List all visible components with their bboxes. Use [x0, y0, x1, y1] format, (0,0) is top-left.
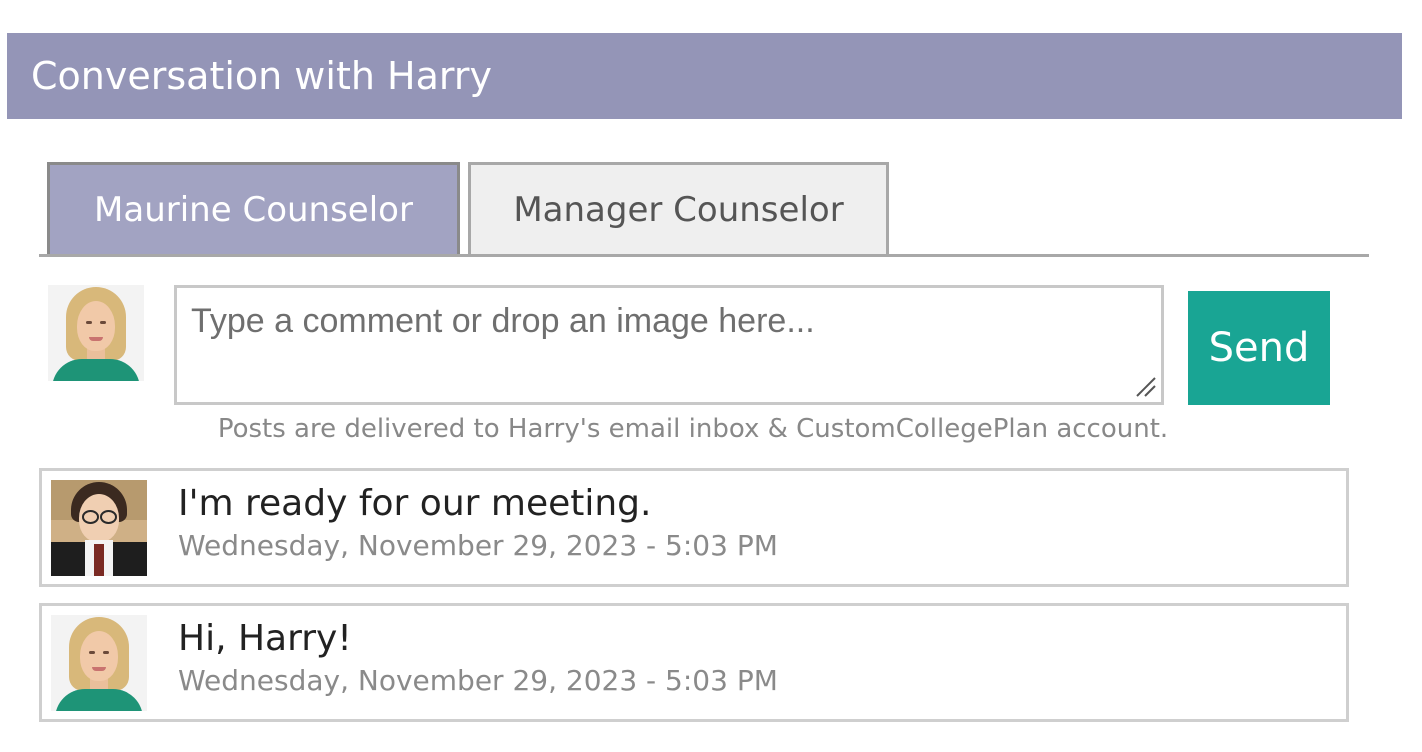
message-text: Hi, Harry! — [178, 618, 352, 659]
counselor-avatar — [51, 615, 147, 711]
tab-manager-counselor[interactable]: Manager Counselor — [468, 162, 889, 255]
comment-input[interactable]: Type a comment or drop an image here... — [174, 285, 1164, 405]
resize-handle-icon[interactable] — [1135, 376, 1157, 398]
message-item: Hi, Harry! Wednesday, November 29, 2023 … — [39, 603, 1349, 722]
current-user-avatar — [48, 285, 144, 381]
comment-placeholder: Type a comment or drop an image here... — [191, 302, 815, 340]
page-title: Conversation with Harry — [31, 54, 492, 98]
send-button-label: Send — [1208, 325, 1310, 371]
tab-label: Maurine Counselor — [94, 190, 413, 230]
message-timestamp: Wednesday, November 29, 2023 - 5:03 PM — [178, 529, 778, 562]
message-item: I'm ready for our meeting. Wednesday, No… — [39, 468, 1349, 587]
send-button[interactable]: Send — [1188, 291, 1330, 405]
message-timestamp: Wednesday, November 29, 2023 - 5:03 PM — [178, 664, 778, 697]
page-header: Conversation with Harry — [7, 33, 1402, 119]
student-avatar — [51, 480, 147, 576]
message-text: I'm ready for our meeting. — [178, 483, 652, 524]
tab-maurine-counselor[interactable]: Maurine Counselor — [47, 162, 460, 255]
delivery-notice: Posts are delivered to Harry's email inb… — [217, 414, 1169, 444]
tab-label: Manager Counselor — [513, 190, 844, 230]
tab-divider — [39, 254, 1369, 257]
